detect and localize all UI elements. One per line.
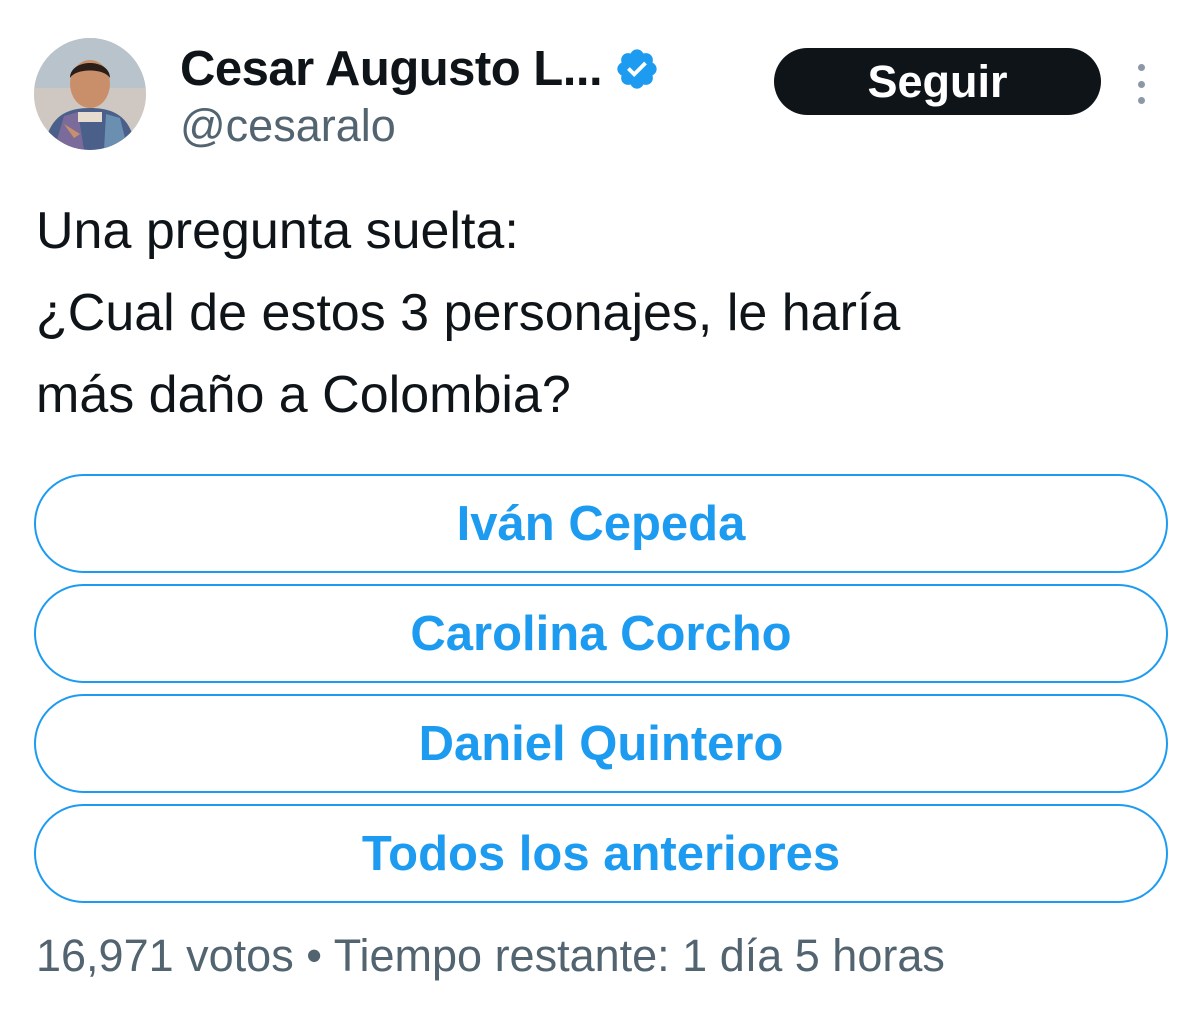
poll-option-daniel-quintero[interactable]: Daniel Quintero [34, 694, 1168, 793]
poll-footer: 16,971 votos • Tiempo restante: 1 día 5 … [36, 930, 945, 982]
poll-option-carolina-corcho[interactable]: Carolina Corcho [34, 584, 1168, 683]
separator-dot: • [306, 930, 322, 981]
more-vertical-icon[interactable] [1130, 64, 1152, 104]
author-handle[interactable]: @cesaralo [180, 100, 660, 152]
vote-count: 16,971 votos [36, 930, 294, 981]
avatar[interactable] [34, 38, 146, 150]
verified-badge-icon [614, 46, 660, 92]
more-dot [1137, 97, 1145, 104]
tweet-card: Cesar Augusto L... @cesaralo Seguir Una … [0, 0, 1200, 1029]
time-remaining: Tiempo restante: 1 día 5 horas [333, 930, 945, 981]
follow-button[interactable]: Seguir [774, 48, 1101, 115]
display-name-row: Cesar Augusto L... [180, 38, 660, 100]
tweet-text-line: ¿Cual de estos 3 personajes, le haría [36, 284, 901, 342]
tweet-header: Cesar Augusto L... @cesaralo Seguir [34, 38, 1166, 152]
poll-option-ivan-cepeda[interactable]: Iván Cepeda [34, 474, 1168, 573]
tweet-text: Una pregunta suelta: ¿Cual de estos 3 pe… [36, 190, 1166, 436]
tweet-text-line: más daño a Colombia? [36, 366, 571, 424]
more-dot [1137, 64, 1145, 71]
display-name[interactable]: Cesar Augusto L... [180, 41, 603, 97]
author-names: Cesar Augusto L... @cesaralo [180, 38, 660, 152]
poll: Iván Cepeda Carolina Corcho Daniel Quint… [34, 474, 1168, 914]
avatar-photo [34, 38, 146, 150]
tweet-text-line: Una pregunta suelta: [36, 202, 519, 260]
more-dot [1137, 80, 1145, 88]
poll-option-todos-los-anteriores[interactable]: Todos los anteriores [34, 804, 1168, 903]
